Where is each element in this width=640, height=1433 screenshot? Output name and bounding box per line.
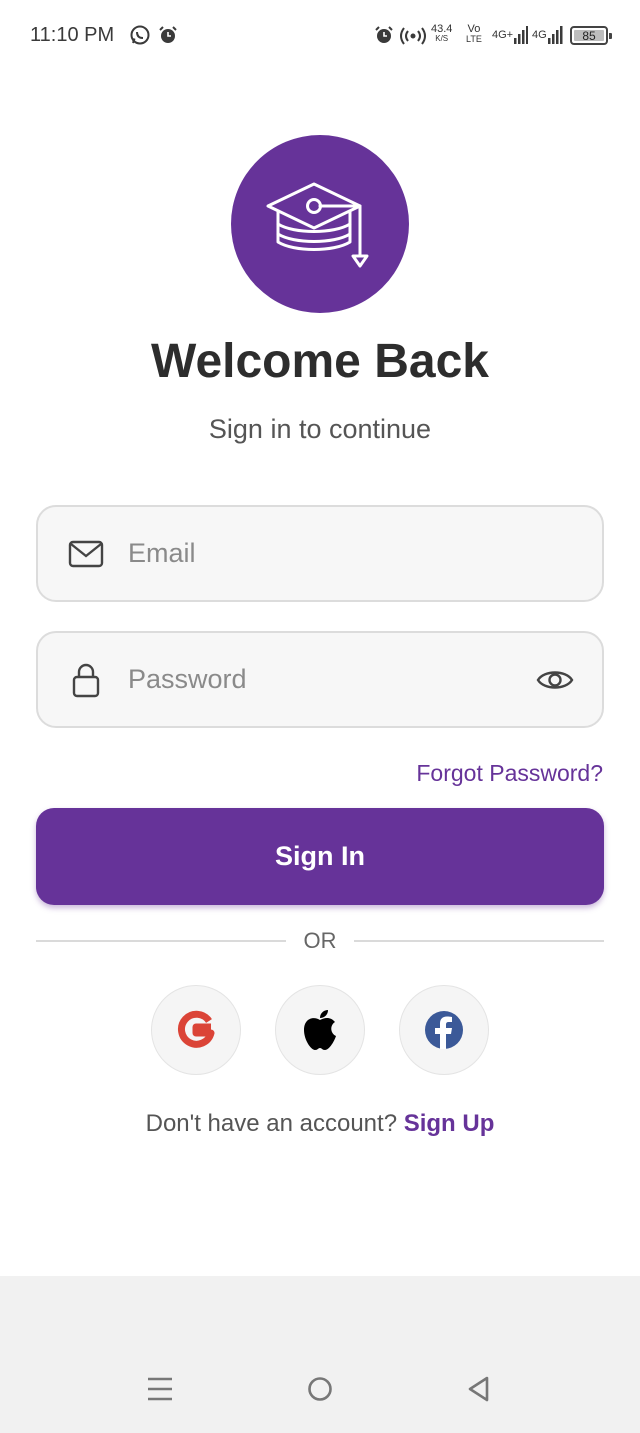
google-icon <box>177 1010 215 1048</box>
battery-icon: 85 <box>570 26 612 45</box>
signup-prompt: Don't have an account? Sign Up <box>0 1110 640 1138</box>
back-icon[interactable] <box>466 1374 492 1404</box>
page-subtitle: Sign in to continue <box>208 414 432 444</box>
sign-in-button[interactable]: Sign In <box>36 808 604 905</box>
status-bar: 11:10 PM 43.4 K/S Vo LTE 4G+ 4G 85 <box>0 0 640 72</box>
facebook-icon <box>425 1011 463 1049</box>
menu-icon[interactable] <box>147 1374 173 1404</box>
signal-icon: 4G+ <box>492 24 529 46</box>
password-field[interactable] <box>36 631 604 728</box>
google-login-button[interactable] <box>151 985 241 1075</box>
password-input[interactable] <box>128 633 528 726</box>
hotspot-icon <box>399 24 427 46</box>
facebook-login-button[interactable] <box>399 985 489 1075</box>
net-speed: 43.4 K/S <box>431 23 453 44</box>
signal-icon: 4G <box>532 24 564 46</box>
volte-indicator: Vo LTE <box>466 23 482 45</box>
mail-icon <box>68 507 104 600</box>
divider-right <box>354 940 604 942</box>
graduation-cap-icon <box>266 182 369 268</box>
page-title: Welcome Back <box>151 335 489 388</box>
app-logo <box>231 135 409 313</box>
home-icon[interactable] <box>307 1374 333 1404</box>
sign-up-link[interactable]: Sign Up <box>404 1110 495 1137</box>
email-field[interactable] <box>36 505 604 602</box>
forgot-password-link[interactable]: Forgot Password? <box>416 760 603 787</box>
system-nav-bar <box>0 1276 640 1433</box>
alarm-icon <box>158 24 178 46</box>
alarm-icon <box>374 24 394 46</box>
signup-prompt-text: Don't have an account? <box>145 1110 398 1137</box>
email-input[interactable] <box>128 507 528 600</box>
eye-icon[interactable] <box>536 633 574 726</box>
whatsapp-icon <box>129 24 151 46</box>
status-time: 11:10 PM <box>30 24 115 46</box>
apple-login-button[interactable] <box>275 985 365 1075</box>
lock-icon <box>72 633 100 726</box>
apple-icon <box>304 1010 336 1050</box>
